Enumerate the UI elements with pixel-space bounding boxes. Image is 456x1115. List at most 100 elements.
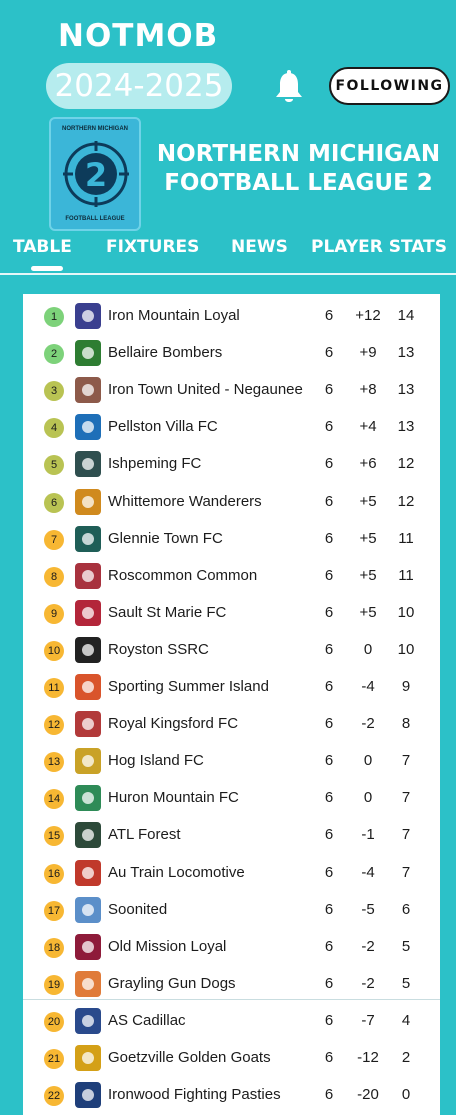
crest-emblem — [82, 829, 94, 842]
table-row[interactable]: 7 Glennie Town FC 6 +5 11 — [23, 520, 440, 557]
position-badge: 6 — [44, 492, 64, 513]
points: 9 — [401, 678, 411, 695]
points: 10 — [397, 603, 415, 621]
table-row[interactable]: 13 Hog Island FC 6 0 7 — [23, 742, 440, 779]
crest-emblem — [82, 569, 94, 582]
team-name: Soonited — [108, 900, 168, 918]
team-crest-icon — [75, 1082, 101, 1109]
crest-emblem — [82, 384, 94, 397]
tab-table[interactable]: TABLE — [13, 237, 72, 257]
crest-emblem — [82, 681, 94, 693]
points: 13 — [397, 381, 415, 399]
played-count: 6 — [324, 937, 334, 955]
goal-difference: -5 — [361, 900, 375, 918]
tab-player-stats[interactable]: PLAYER STATS — [311, 237, 447, 257]
crest-emblem — [82, 606, 94, 619]
table-row[interactable]: 12 Royal Kingsford FC 6 -2 8 — [23, 705, 440, 742]
played-count: 6 — [324, 900, 334, 918]
table-row[interactable]: 2 Bellaire Bombers 6 +9 13 — [23, 334, 440, 371]
app-title: NOTMOB — [58, 18, 219, 54]
played-count: 6 — [324, 529, 334, 547]
table-row[interactable]: 21 Goetzville Golden Goats 6 -12 2 — [23, 1039, 440, 1076]
goal-difference: -2 — [361, 974, 375, 992]
team-crest-icon — [75, 303, 101, 329]
table-row[interactable]: 1 Iron Mountain Loyal 6 +12 14 — [23, 297, 440, 334]
goal-difference: +5 — [359, 603, 377, 621]
team-name: Sporting Summer Island — [108, 678, 269, 695]
points: 11 — [398, 566, 414, 584]
team-crest-icon — [75, 674, 101, 700]
team-name: Bellaire Bombers — [108, 344, 223, 362]
standings-table: 1 Iron Mountain Loyal 6 +12 14 2 Bellaire Bomb… — [23, 294, 440, 1115]
position-badge: 14 — [44, 789, 64, 810]
crest-emblem — [82, 718, 94, 731]
bell-icon[interactable] — [274, 70, 304, 104]
crest-emblem — [82, 903, 94, 916]
table-row[interactable]: 6 Whittemore Wanderers 6 +5 12 — [23, 483, 440, 520]
position-badge: 2 — [44, 344, 64, 365]
table-row[interactable]: 8 Roscommon Common 6 +5 11 — [23, 557, 440, 594]
goal-difference: +6 — [359, 455, 377, 473]
points: 5 — [401, 974, 411, 992]
crest-emblem — [82, 866, 94, 879]
crest-emblem — [82, 421, 94, 434]
logo-bottom-text: FOOTBALL LEAGUE — [65, 216, 125, 222]
tab-news[interactable]: NEWS — [231, 237, 288, 257]
played-count: 6 — [324, 307, 334, 324]
points: 7 — [401, 826, 411, 844]
table-row[interactable]: 4 Pellston Villa FC 6 +4 13 — [23, 408, 440, 445]
points: 11 — [398, 529, 414, 547]
played-count: 6 — [324, 752, 334, 770]
team-crest-icon — [75, 340, 101, 367]
team-name: Ironwood Fighting Pasties — [108, 1086, 281, 1104]
team-crest-icon — [75, 748, 101, 775]
table-row[interactable]: 22 Ironwood Fighting Pasties 6 -20 0 — [23, 1076, 440, 1113]
crest-emblem — [82, 458, 94, 471]
crest-emblem — [82, 347, 94, 360]
table-row[interactable]: 19 Grayling Gun Dogs 6 -2 5 — [23, 965, 440, 1002]
played-count: 6 — [324, 1011, 334, 1029]
played-count: 6 — [324, 640, 334, 658]
season-selector[interactable]: 2024-2025 — [46, 63, 232, 109]
team-crest-icon — [75, 525, 101, 552]
table-row[interactable]: 9 Sault St Marie FC 6 +5 10 — [23, 594, 440, 631]
played-count: 6 — [324, 863, 334, 881]
table-row[interactable]: 3 Iron Town United - Negaunee 6 +8 13 — [23, 371, 440, 408]
points: 13 — [397, 418, 415, 436]
position-badge: 20 — [44, 1011, 64, 1032]
team-crest-icon — [75, 711, 101, 738]
table-row[interactable]: 14 Huron Mountain FC 6 0 7 — [23, 779, 440, 816]
team-crest-icon — [75, 859, 101, 886]
goal-difference: +9 — [359, 344, 377, 362]
goal-difference: -12 — [357, 1049, 379, 1066]
table-row[interactable]: 11 Sporting Summer Island 6 -4 9 — [23, 668, 440, 705]
table-row[interactable]: 15 ATL Forest 6 -1 7 — [23, 816, 440, 853]
table-row[interactable]: 16 Au Train Locomotive 6 -4 7 — [23, 854, 440, 891]
played-count: 6 — [324, 455, 334, 473]
goal-difference: 0 — [363, 789, 373, 807]
tab-fixtures[interactable]: FIXTURES — [106, 237, 199, 257]
position-badge: 1 — [44, 307, 64, 327]
table-row[interactable]: 18 Old Mission Loyal 6 -2 5 — [23, 928, 440, 965]
table-row[interactable]: 5 Ishpeming FC 6 +6 12 — [23, 445, 440, 482]
team-name: Old Mission Loyal — [108, 937, 227, 955]
following-button[interactable]: FOLLOWING — [329, 67, 450, 105]
team-crest-icon — [75, 451, 101, 478]
team-crest-icon — [75, 822, 101, 849]
goal-difference: -7 — [361, 1011, 375, 1029]
logo-top-text: NORTHERN MICHIGAN — [62, 126, 128, 132]
played-count: 6 — [324, 344, 334, 362]
table-row[interactable]: 17 Soonited 6 -5 6 — [23, 891, 440, 928]
crest-emblem — [82, 310, 94, 322]
points: 13 — [397, 344, 415, 362]
team-name: Ishpeming FC — [108, 455, 202, 473]
table-row[interactable]: 10 Royston SSRC 6 0 10 — [23, 631, 440, 668]
team-name: Huron Mountain FC — [108, 789, 239, 807]
league-name-line1: NORTHERN MICHIGAN — [156, 141, 441, 167]
position-badge: 10 — [44, 640, 64, 661]
position-badge: 22 — [44, 1086, 64, 1107]
team-name: Iron Town United - Negaunee — [108, 381, 303, 399]
position-badge: 16 — [44, 863, 64, 884]
team-name: Iron Mountain Loyal — [108, 307, 240, 324]
table-row[interactable]: 20 AS Cadillac 6 -7 4 — [23, 1002, 440, 1039]
